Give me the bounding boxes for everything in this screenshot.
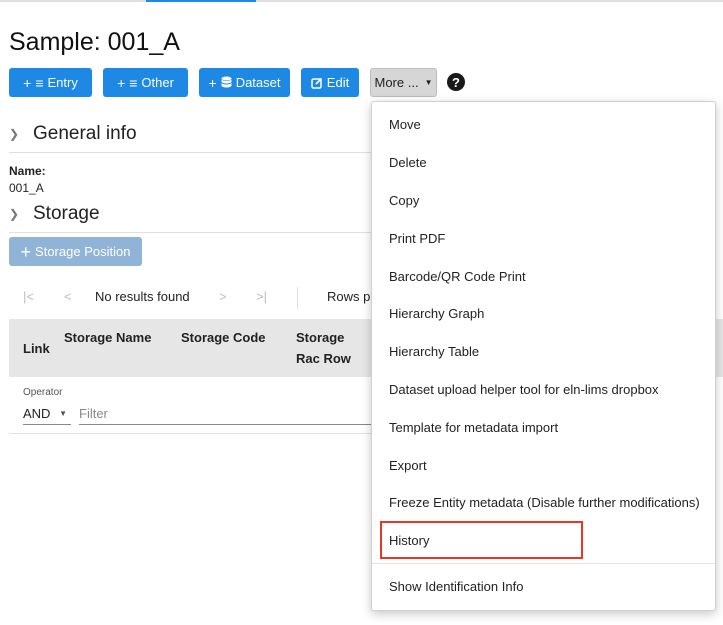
menu-item-print-pdf[interactable]: Print PDF <box>389 231 445 246</box>
next-page-icon[interactable]: > <box>219 289 227 304</box>
operator-label: Operator <box>23 387 63 398</box>
plus-icon: + <box>208 74 217 91</box>
plus-icon: + <box>117 74 126 91</box>
menu-item-move[interactable]: Move <box>389 117 421 132</box>
general-info-header[interactable]: ❯ General info <box>9 123 137 145</box>
storage-title: Storage <box>33 203 100 224</box>
caret-down-icon: ▼ <box>59 409 67 418</box>
caret-down-icon: ▼ <box>424 78 433 87</box>
history-highlight-box <box>380 521 583 559</box>
new-other-label: Other <box>141 75 174 90</box>
menu-divider <box>372 563 715 564</box>
edit-icon <box>311 77 322 89</box>
add-storage-position-label: Storage Position <box>35 244 131 259</box>
menu-item-barcode-print[interactable]: Barcode/QR Code Print <box>389 269 526 284</box>
new-other-button[interactable]: + ≡ Other <box>103 68 188 97</box>
column-storage-rack-row[interactable]: Storage Rac Row <box>296 327 370 369</box>
column-link[interactable]: Link <box>23 338 59 359</box>
add-storage-position-button[interactable]: + Storage Position <box>9 237 142 266</box>
general-info-title: General info <box>33 123 137 144</box>
operator-select[interactable]: AND ▼ <box>23 403 71 425</box>
page-title: Sample: 001_A <box>9 28 180 56</box>
menu-item-hierarchy-table[interactable]: Hierarchy Table <box>389 344 479 359</box>
edit-label: Edit <box>326 75 350 90</box>
active-tab-indicator <box>146 0 256 2</box>
pager-divider <box>297 287 298 309</box>
column-storage-name[interactable]: Storage Name <box>64 327 154 348</box>
menu-item-dataset-upload-helper[interactable]: Dataset upload helper tool for eln-lims … <box>389 382 659 397</box>
new-entry-button[interactable]: + ≡ Entry <box>9 68 92 97</box>
new-dataset-button[interactable]: + Dataset <box>199 68 290 97</box>
table-bottom-border <box>9 433 371 434</box>
menu-item-freeze-entity[interactable]: Freeze Entity metadata (Disable further … <box>389 495 700 510</box>
menu-item-delete[interactable]: Delete <box>389 155 427 170</box>
name-label: Name: <box>9 164 46 178</box>
first-page-icon[interactable]: |< <box>23 289 34 304</box>
chevron-down-icon: ❯ <box>9 127 20 141</box>
operator-value: AND <box>23 406 51 421</box>
storage-header[interactable]: ❯ Storage <box>9 203 100 225</box>
menu-item-copy[interactable]: Copy <box>389 193 419 208</box>
last-page-icon[interactable]: >| <box>256 289 267 304</box>
list-icon: ≡ <box>35 74 44 91</box>
help-icon[interactable]: ? <box>447 73 465 91</box>
pager-status: No results found <box>95 289 190 304</box>
top-border <box>0 0 723 2</box>
more-label: More ... <box>374 75 419 90</box>
chevron-down-icon: ❯ <box>9 207 20 221</box>
edit-button[interactable]: Edit <box>301 68 359 97</box>
menu-item-show-identification-info[interactable]: Show Identification Info <box>389 579 523 594</box>
section-divider <box>9 232 371 233</box>
name-value: 001_A <box>9 181 44 195</box>
plus-icon: + <box>23 74 32 91</box>
menu-item-metadata-template[interactable]: Template for metadata import <box>389 420 558 435</box>
rows-per-page-label: Rows pe <box>327 289 378 304</box>
column-storage-code[interactable]: Storage Code <box>181 327 271 348</box>
section-divider <box>9 152 371 153</box>
database-icon <box>221 76 232 88</box>
plus-icon: + <box>20 241 32 262</box>
menu-item-hierarchy-graph[interactable]: Hierarchy Graph <box>389 306 484 321</box>
prev-page-icon[interactable]: < <box>64 289 72 304</box>
more-dropdown-button[interactable]: More ... ▼ <box>370 68 437 97</box>
new-dataset-label: Dataset <box>235 75 281 90</box>
new-entry-label: Entry <box>47 75 78 90</box>
menu-item-export[interactable]: Export <box>389 458 427 473</box>
filter-input[interactable] <box>79 403 379 425</box>
list-icon: ≡ <box>129 74 138 91</box>
